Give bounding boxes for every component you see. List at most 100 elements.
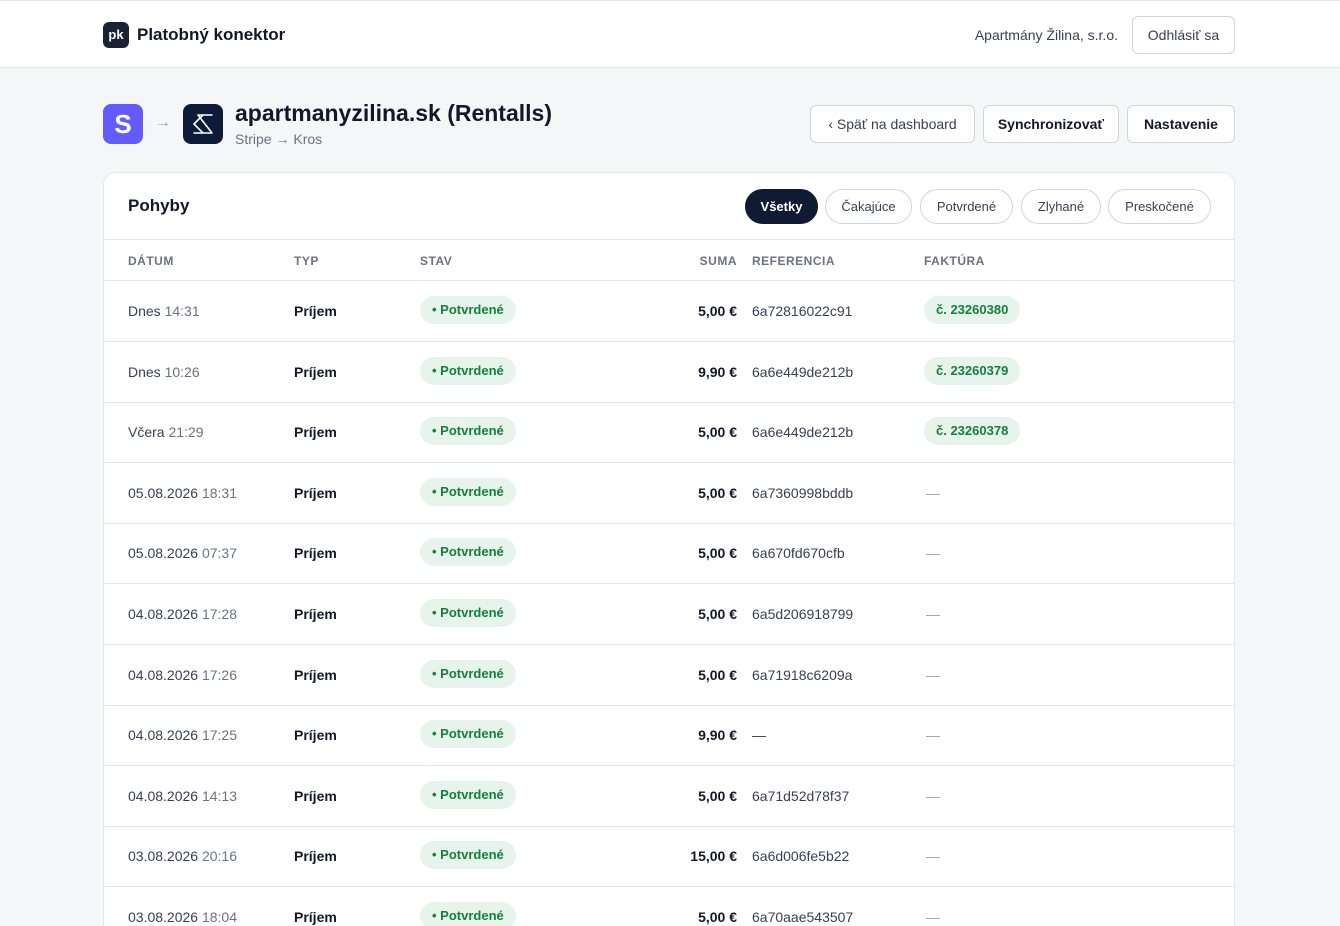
filter-confirmed[interactable]: Potvrdené (920, 189, 1013, 224)
app-logo: pk (103, 22, 129, 48)
row-date: 05.08.2026 18:31 (128, 485, 237, 501)
row-type: Príjem (294, 848, 337, 865)
filter-all[interactable]: Všetky (745, 189, 818, 224)
row-reference: — (752, 727, 766, 744)
filter-pending[interactable]: Čakajúce (825, 189, 912, 224)
row-time: 14:13 (201, 787, 238, 804)
column-header-reference: REFERENCIA (752, 254, 836, 268)
filter-skipped[interactable]: Preskočené (1108, 189, 1211, 224)
row-type: Príjem (294, 787, 337, 804)
filter-failed[interactable]: Zlyhané (1021, 189, 1101, 224)
movements-card: Pohyby Všetky Čakajúce Potvrdené Zlyhané… (103, 172, 1235, 926)
row-time: 18:31 (201, 484, 238, 501)
status-badge: • Potvrdené (420, 720, 516, 749)
table-row[interactable]: 04.08.2026 17:25 Príjem • Potvrdené 9,90 € —… (104, 705, 1234, 767)
row-date: 03.08.2026 20:16 (128, 848, 237, 864)
status-badge: • Potvrdené (420, 841, 516, 870)
table-row[interactable]: 04.08.2026 17:28 Príjem • Potvrdené 5,00 € 6… (104, 584, 1234, 645)
row-amount: 9,90 € (698, 727, 737, 744)
row-type: Príjem (294, 303, 337, 319)
row-time: 07:37 (201, 545, 238, 562)
table-row[interactable]: 03.08.2026 18:04 Príjem • Potvrdené 5,00 € 6… (104, 887, 1234, 926)
row-amount: 15,00 € (690, 848, 737, 865)
row-reference: 6a71918c6209a (752, 666, 853, 683)
invoice-empty: — (926, 606, 940, 622)
invoice-badge[interactable]: č. 23260378 (924, 417, 1021, 446)
app-title: Platobný konektor (137, 25, 286, 44)
status-badge: • Potvrdené (420, 659, 516, 688)
row-reference: 6a670fd670cfb (752, 545, 845, 562)
movements-title: Pohyby (128, 196, 190, 215)
row-reference: 6a71d52d78f37 (752, 787, 850, 804)
top-bar: pk Platobný konektor Apartmány Žilina, s… (0, 0, 1340, 68)
table-row[interactable]: 03.08.2026 20:16 Príjem • Potvrdené 15,00 €… (104, 826, 1234, 888)
row-amount: 5,00 € (698, 303, 737, 319)
row-time: 18:04 (201, 909, 238, 925)
synchronize-button[interactable]: Synchronizovať (983, 105, 1119, 143)
invoice-empty: — (926, 484, 940, 501)
status-badge: • Potvrdené (420, 538, 516, 567)
row-reference: 6a5d206918799 (752, 606, 854, 622)
row-day: 04.08.2026 (128, 606, 199, 622)
status-badge: • Potvrdené (420, 477, 516, 506)
invoice-badge[interactable]: č. 23260380 (924, 296, 1021, 324)
row-date: Dnes 14:31 (128, 303, 200, 319)
table-row[interactable]: 05.08.2026 07:37 Príjem • Potvrdené 5,00 € 6… (104, 523, 1234, 585)
stripe-logo-icon: S (103, 104, 143, 144)
back-to-dashboard-button[interactable]: ‹ Späť na dashboard (810, 105, 975, 143)
row-time: 14:31 (164, 303, 200, 319)
table-row[interactable]: 04.08.2026 17:26 Príjem • Potvrdené 5,00 € 6… (104, 645, 1234, 706)
column-header-type: TYP (294, 254, 319, 268)
row-day: 04.08.2026 (128, 666, 199, 683)
row-time: 20:16 (201, 848, 238, 865)
row-date: Včera 21:29 (128, 424, 204, 440)
row-reference: 6a70aae543507 (752, 909, 854, 925)
row-type: Príjem (294, 909, 337, 925)
row-amount: 5,00 € (698, 909, 737, 925)
row-day: Dnes (128, 363, 161, 380)
table-row[interactable]: Dnes 14:31 Príjem • Potvrdené 5,00 € 6a72816… (104, 281, 1234, 342)
row-day: 04.08.2026 (128, 727, 199, 744)
invoice-badge[interactable]: č. 23260379 (924, 356, 1021, 385)
row-date: 05.08.2026 07:37 (128, 545, 237, 561)
invoice-empty: — (926, 787, 940, 804)
invoice-empty: — (926, 727, 940, 744)
row-date: 03.08.2026 18:04 (128, 909, 237, 925)
table-row[interactable]: 04.08.2026 14:13 Príjem • Potvrdené 5,00 € 6… (104, 766, 1234, 827)
row-day: 05.08.2026 (128, 545, 199, 562)
row-reference: 6a7360998bddb (752, 484, 854, 501)
company-name: Apartmány Žilina, s.r.o. (974, 27, 1118, 43)
connector-subtitle: Stripe → Kros (235, 131, 323, 147)
row-type: Príjem (294, 424, 337, 441)
row-type: Príjem (294, 606, 337, 622)
row-day: Včera (128, 424, 165, 441)
settings-button[interactable]: Nastavenie (1127, 105, 1235, 143)
row-amount: 5,00 € (698, 606, 737, 622)
row-time: 17:28 (201, 606, 238, 622)
column-header-date: DÁTUM (128, 254, 174, 268)
row-amount: 5,00 € (698, 545, 737, 562)
table-row[interactable]: Dnes 10:26 Príjem • Potvrdené 9,90 € 6a6e449… (104, 342, 1234, 403)
column-header-invoice: FAKTÚRA (924, 254, 985, 268)
row-day: 03.08.2026 (128, 909, 199, 925)
row-amount: 5,00 € (698, 666, 737, 683)
row-time: 17:25 (201, 727, 238, 744)
row-type: Príjem (294, 484, 337, 501)
row-time: 17:26 (201, 666, 238, 683)
table-row[interactable]: Včera 21:29 Príjem • Potvrdené 5,00 € 6a6e44… (104, 402, 1234, 464)
status-badge: • Potvrdené (420, 780, 516, 809)
row-reference: 6a72816022c91 (752, 303, 853, 319)
row-amount: 5,00 € (698, 424, 737, 441)
row-date: 04.08.2026 17:26 (128, 667, 237, 683)
row-type: Príjem (294, 727, 337, 744)
status-badge: • Potvrdené (420, 599, 516, 627)
connector-title: apartmanyzilina.sk (Rentalls) (235, 100, 552, 126)
row-date: 04.08.2026 14:13 (128, 788, 237, 804)
status-badge: • Potvrdené (420, 417, 516, 446)
row-reference: 6a6d006fe5b22 (752, 848, 850, 865)
logout-button[interactable]: Odhlásiť sa (1132, 16, 1235, 54)
row-day: Dnes (128, 303, 161, 319)
column-header-status: STAV (420, 254, 453, 268)
table-row[interactable]: 05.08.2026 18:31 Príjem • Potvrdené 5,00 € 6… (104, 463, 1234, 524)
invoice-empty: — (926, 666, 940, 683)
